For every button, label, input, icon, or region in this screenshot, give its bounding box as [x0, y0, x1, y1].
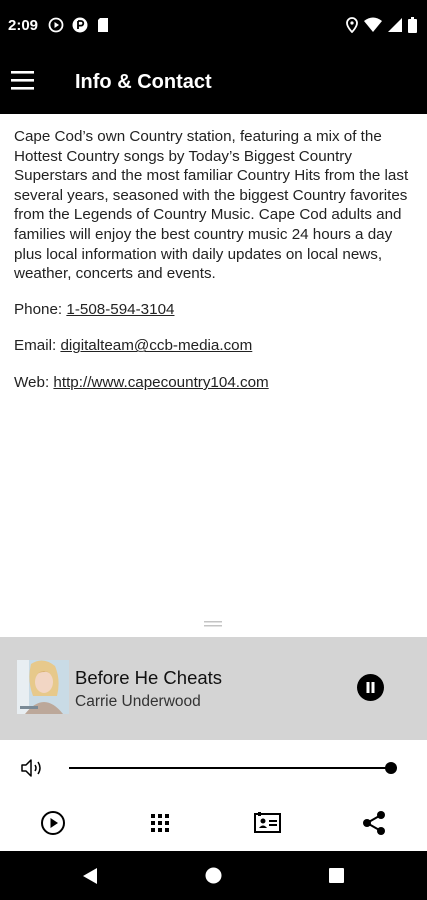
contact-card-icon[interactable] — [254, 812, 281, 834]
recents-icon[interactable] — [329, 868, 344, 883]
track-title: Before He Cheats — [75, 667, 223, 688]
parking-icon — [72, 17, 88, 33]
volume-thumb[interactable] — [385, 762, 397, 774]
system-nav-bar — [0, 851, 427, 900]
cell-signal-icon — [388, 18, 402, 32]
status-time: 2:09 — [8, 17, 39, 34]
play-circle-icon[interactable] — [40, 810, 66, 836]
phone-link[interactable]: 1-508-594-3104 — [66, 301, 174, 318]
back-icon[interactable] — [82, 867, 98, 885]
location-icon — [346, 17, 358, 33]
phone-label: Phone: — [14, 300, 63, 318]
volume-track[interactable] — [69, 767, 391, 769]
status-icons-right — [346, 17, 417, 33]
email-link[interactable]: digitalteam@ccb-media.com — [60, 337, 252, 354]
phone-line: Phone: 1-508-594-3104 — [14, 300, 419, 320]
hamburger-menu-icon — [11, 71, 34, 90]
wifi-icon — [364, 17, 382, 32]
bottom-action-bar — [0, 796, 427, 851]
home-icon[interactable] — [205, 867, 222, 884]
email-line: Email: digitalteam@ccb-media.com — [14, 336, 419, 356]
web-label: Web: — [14, 373, 50, 391]
status-icons-left — [48, 17, 110, 33]
menu-button[interactable] — [10, 68, 36, 92]
web-link[interactable]: http://www.capecountry104.com — [53, 374, 268, 391]
album-art — [17, 660, 69, 714]
pause-icon — [366, 682, 375, 693]
battery-icon — [408, 17, 417, 33]
email-label: Email: — [14, 337, 57, 355]
pause-button[interactable] — [357, 674, 384, 701]
play-circle-icon — [48, 17, 64, 33]
web-line: Web: http://www.capecountry104.com — [14, 373, 419, 393]
app-bar: Info & Contact — [0, 50, 427, 114]
status-bar: 2:09 — [0, 0, 427, 50]
drag-handle[interactable] — [204, 620, 222, 628]
station-description: Cape Cod’s own Country station, featurin… — [14, 128, 409, 283]
volume-icon[interactable] — [20, 757, 44, 779]
track-artist: Carrie Underwood — [75, 693, 201, 710]
share-icon[interactable] — [361, 810, 387, 836]
info-content: Cape Cod’s own Country station, featurin… — [14, 127, 419, 393]
sd-card-icon — [98, 18, 108, 32]
volume-row — [0, 740, 427, 796]
page-title: Info & Contact — [75, 71, 212, 93]
grid-icon[interactable] — [151, 814, 169, 832]
